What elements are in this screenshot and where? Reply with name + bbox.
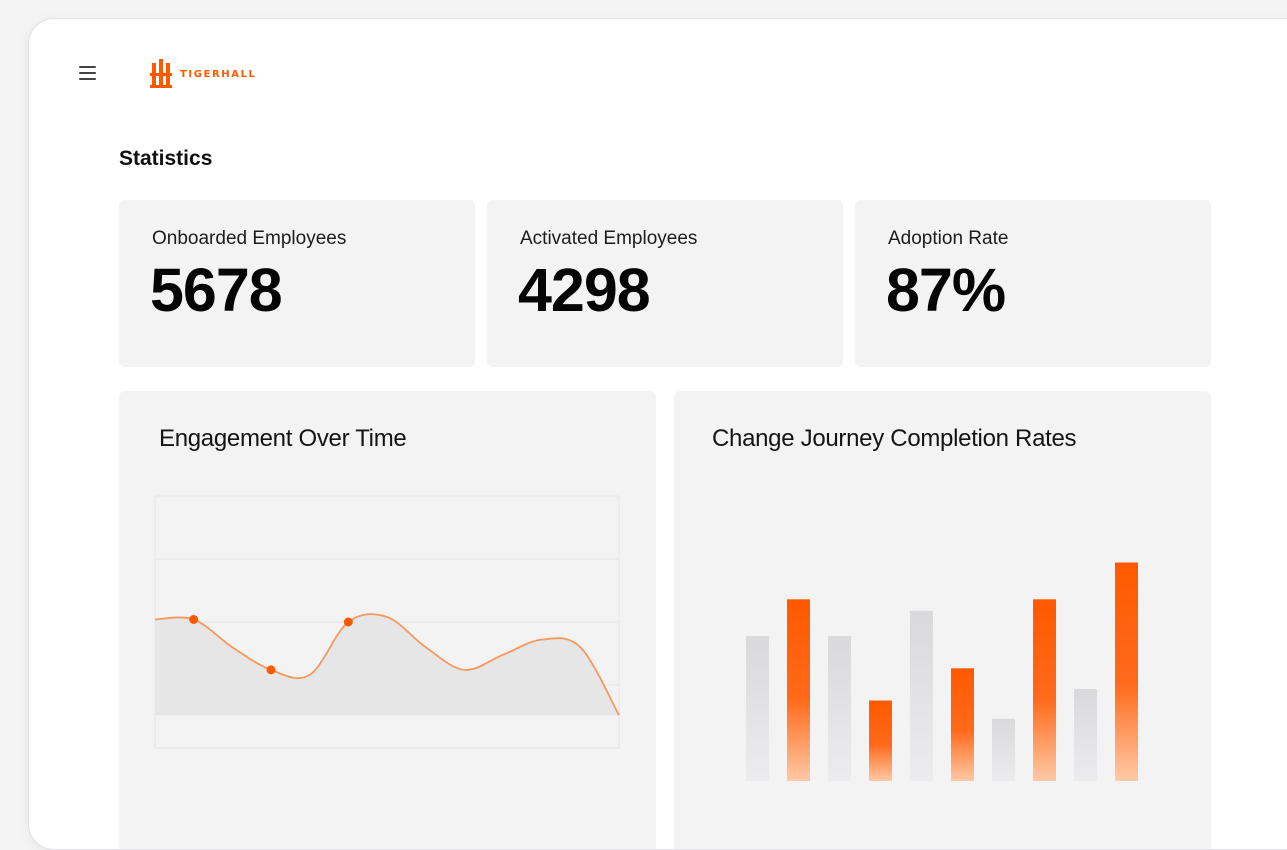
bar	[1074, 689, 1097, 781]
bar	[992, 718, 1015, 781]
bar	[910, 610, 933, 781]
bar	[869, 700, 892, 781]
completion-rates-chart-card: Change Journey Completion Rates	[674, 391, 1211, 849]
engagement-chart-card: Engagement Over Time	[119, 391, 656, 849]
tigerhall-logo[interactable]: TIGERHALL	[150, 59, 257, 89]
app-window: TIGERHALL Statistics Onboarded Employees…	[28, 18, 1287, 850]
series-area	[155, 614, 619, 716]
stat-label: Onboarded Employees	[152, 228, 347, 249]
stat-value: 87%	[886, 256, 1006, 324]
stat-label: Activated Employees	[520, 228, 698, 249]
bar	[828, 636, 851, 781]
completion-rates-bar-chart	[746, 562, 1138, 781]
bar	[1033, 599, 1056, 781]
stat-value: 5678	[150, 256, 283, 324]
logo-text: TIGERHALL	[180, 68, 257, 80]
data-point	[343, 617, 353, 627]
bar	[1115, 562, 1138, 781]
top-bar: TIGERHALL	[29, 19, 1287, 129]
page-title: Statistics	[119, 147, 213, 170]
stat-card-adoption-rate: Adoption Rate 87%	[855, 200, 1211, 367]
stat-value: 4298	[518, 256, 651, 324]
stat-card-activated-employees: Activated Employees 4298	[487, 200, 843, 367]
bar	[951, 668, 974, 781]
data-point	[266, 665, 276, 675]
hamburger-menu-icon[interactable]	[79, 63, 101, 83]
engagement-line-chart	[154, 495, 620, 749]
bar	[746, 636, 769, 781]
stat-card-onboarded-employees: Onboarded Employees 5678	[119, 200, 475, 367]
stat-label: Adoption Rate	[888, 228, 1009, 249]
bar	[787, 599, 810, 781]
tigerhall-logo-mark-icon	[150, 59, 172, 88]
data-point	[189, 614, 199, 624]
